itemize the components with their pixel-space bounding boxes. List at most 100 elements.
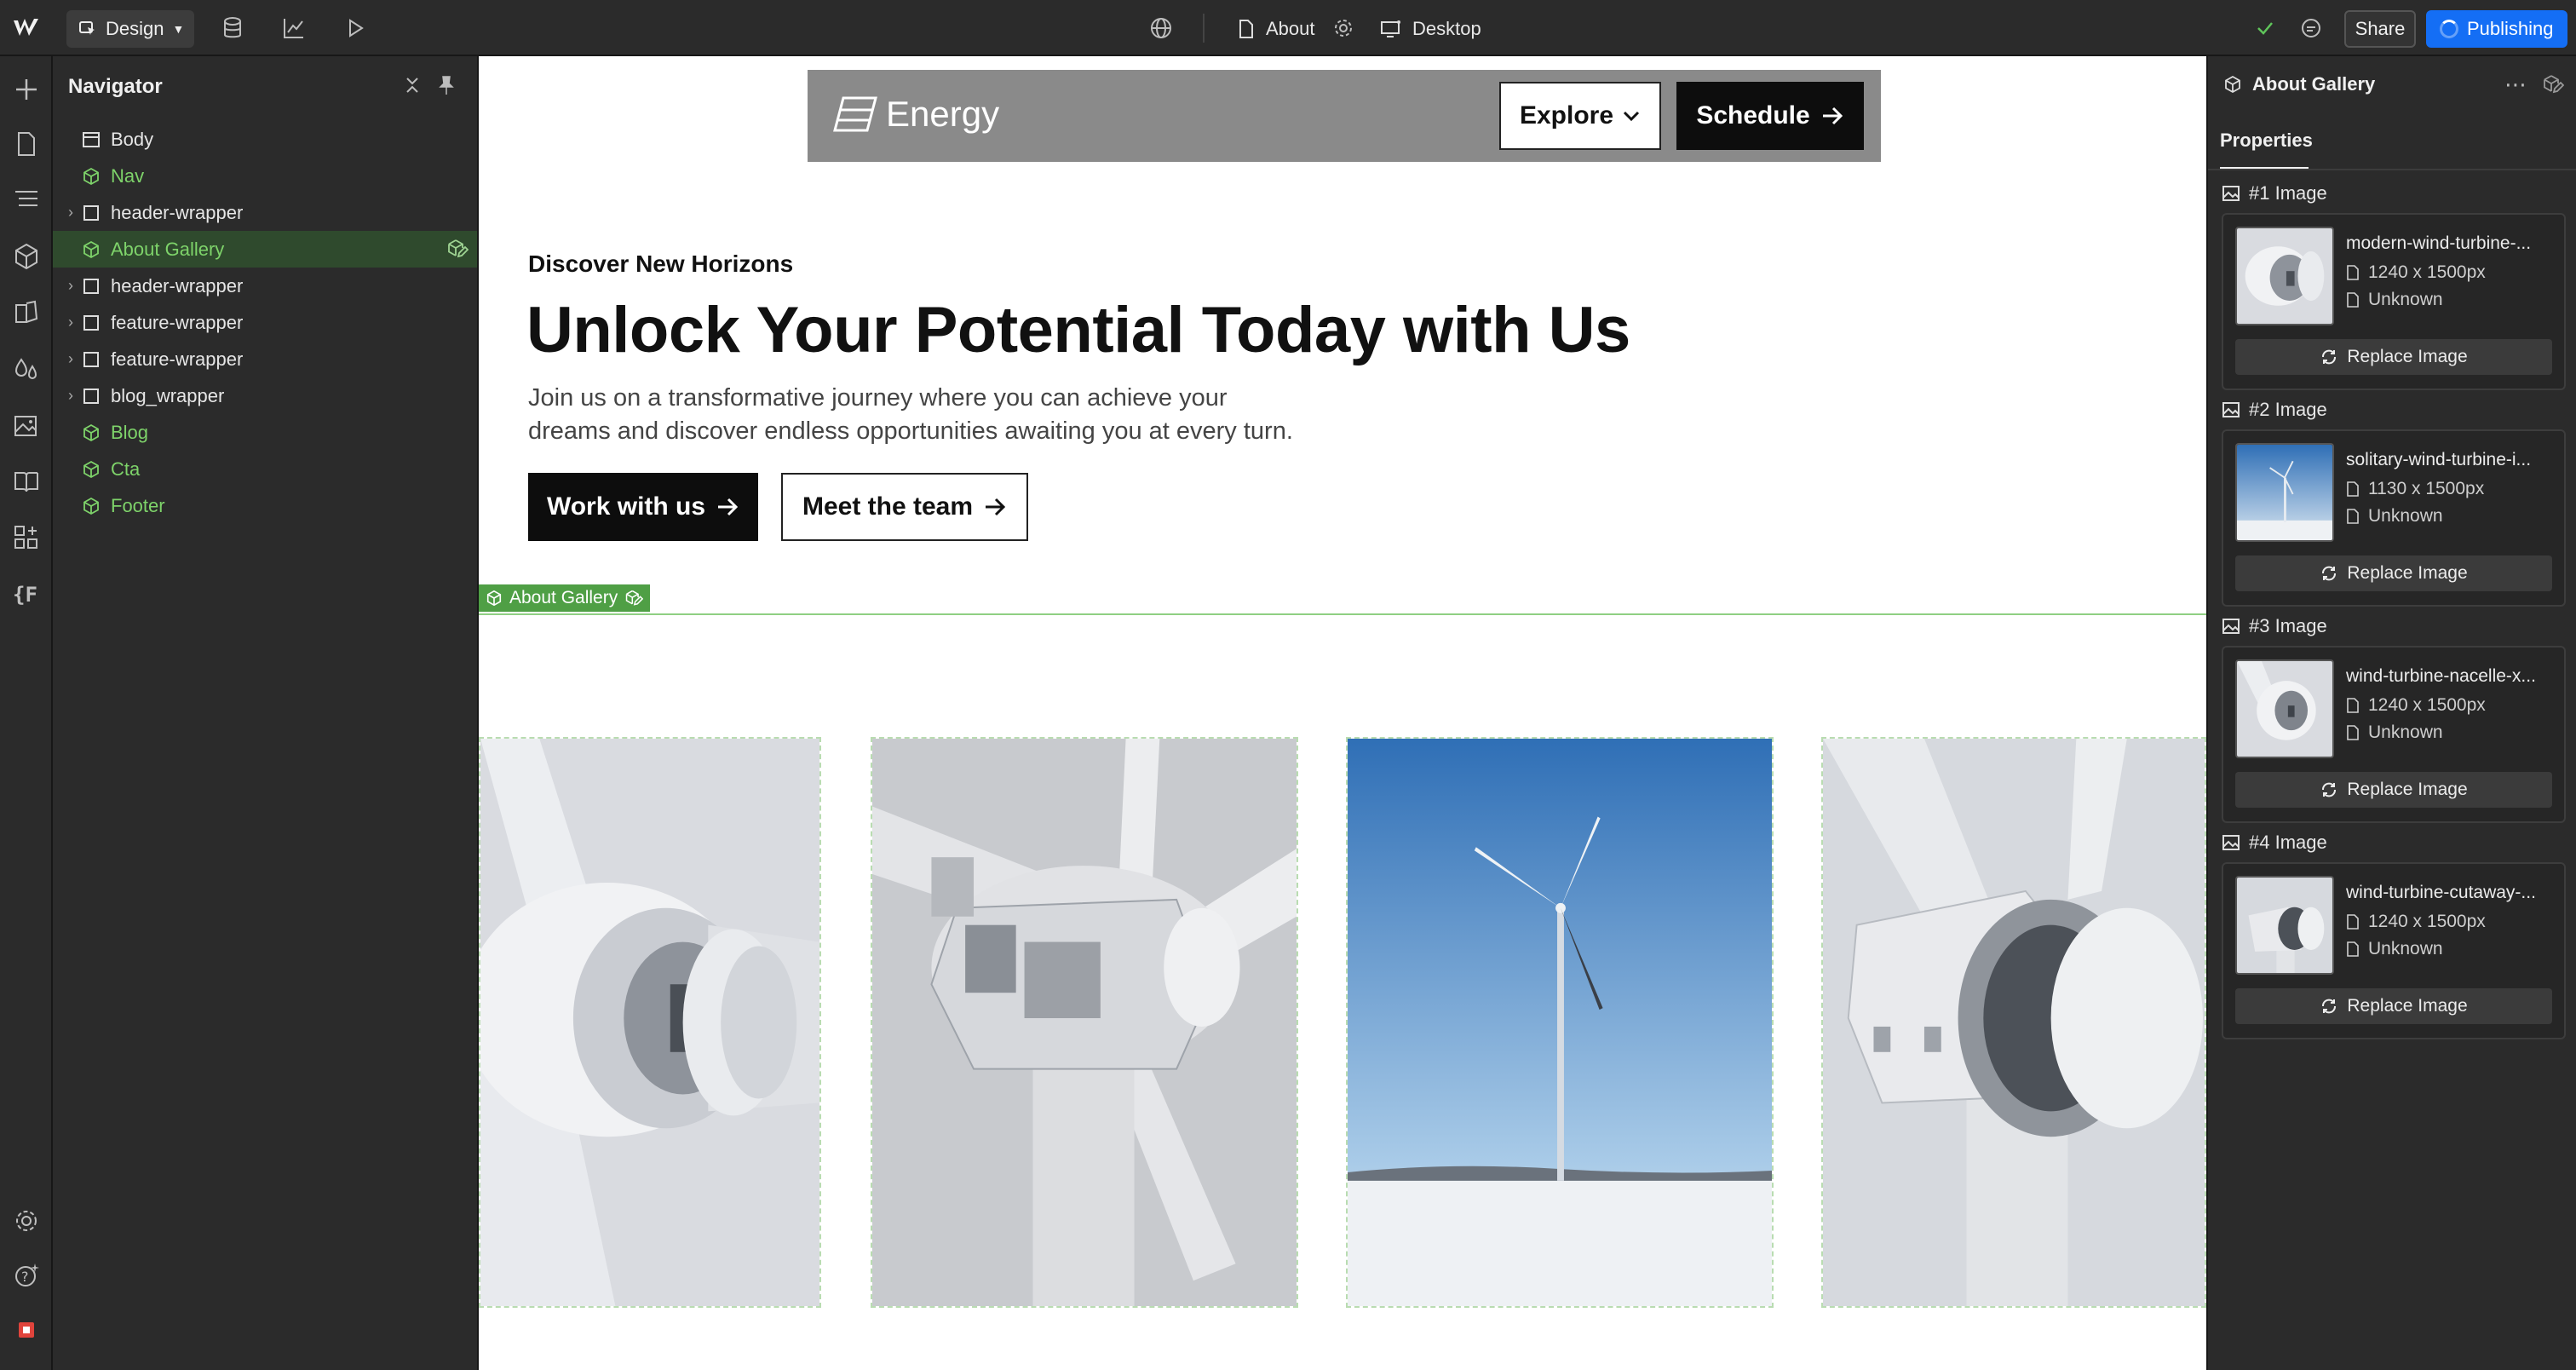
image-property-card: wind-turbine-cutaway-... 1240 x 1500px U…	[2222, 862, 2566, 1039]
selected-element-label: About Gallery	[509, 588, 618, 607]
edit-component-icon[interactable]	[2542, 73, 2565, 95]
help-question-icon[interactable]: ?	[12, 1261, 41, 1290]
add-elements-plus-icon[interactable]	[12, 75, 41, 104]
image-filename: solitary-wind-turbine-i...	[2346, 450, 2532, 469]
site-logo[interactable]: Energy	[831, 94, 999, 135]
gallery-image-4[interactable]	[1821, 737, 2206, 1308]
globe-icon[interactable]	[1148, 15, 1174, 41]
site-nav-bar[interactable]: Energy Explore Schedule	[808, 70, 1881, 162]
site-settings-gear-icon[interactable]	[12, 1206, 41, 1235]
tree-item-nav[interactable]: Nav	[53, 158, 477, 194]
tree-item-blog[interactable]: Blog	[53, 414, 477, 451]
tree-item-cta[interactable]: Cta	[53, 451, 477, 487]
replace-image-button[interactable]: Replace Image	[2235, 988, 2552, 1024]
expand-caret-icon[interactable]: ›	[68, 277, 80, 295]
assets-image-icon[interactable]	[12, 411, 41, 440]
explore-dropdown-button[interactable]: Explore	[1499, 82, 1661, 150]
pin-icon[interactable]	[434, 73, 458, 97]
design-mode-button[interactable]: Design ▼	[66, 10, 194, 48]
tree-item-feature-wrapper[interactable]: › feature-wrapper	[53, 304, 477, 341]
navigator-layers-icon[interactable]	[12, 184, 41, 213]
tree-item-about-gallery[interactable]: About Gallery	[53, 231, 477, 268]
work-with-us-button[interactable]: Work with us	[528, 473, 758, 541]
expand-caret-icon[interactable]: ›	[68, 314, 80, 331]
publish-button[interactable]: Publishing	[2426, 10, 2567, 48]
expand-caret-icon[interactable]: ›	[68, 204, 80, 222]
tree-item-footer[interactable]: Footer	[53, 487, 477, 524]
comments-icon[interactable]	[2298, 15, 2324, 41]
finsweet-extension-icon[interactable]: {F	[12, 579, 41, 608]
meet-the-team-button[interactable]: Meet the team	[781, 473, 1028, 541]
image-thumbnail[interactable]	[2235, 876, 2334, 975]
file-icon	[2347, 698, 2359, 713]
file-icon	[2347, 941, 2359, 957]
share-button[interactable]: Share	[2344, 10, 2416, 48]
panel-header: About Gallery	[2223, 73, 2375, 95]
replace-image-button[interactable]: Replace Image	[2235, 339, 2552, 375]
page-selector[interactable]: About	[1237, 12, 1315, 46]
tree-item-label: feature-wrapper	[111, 311, 244, 333]
tree-item-label: Blog	[111, 421, 149, 443]
tree-item-header-wrapper[interactable]: › header-wrapper	[53, 194, 477, 231]
components-cube-icon[interactable]	[12, 242, 41, 271]
cms-book-icon[interactable]	[12, 467, 41, 496]
arrow-right-icon	[1822, 106, 1843, 125]
apps-grid-icon[interactable]	[12, 523, 41, 552]
webflow-logo-icon[interactable]	[12, 15, 41, 41]
tree-item-blog-wrapper[interactable]: › blog_wrapper	[53, 377, 477, 414]
breakpoint-selector[interactable]: Desktop	[1380, 12, 1481, 46]
file-icon	[2347, 481, 2359, 497]
tree-item-label: blog_wrapper	[111, 384, 225, 406]
image-property-label: #1 Image	[2222, 182, 2327, 204]
page-icon	[1239, 20, 1253, 38]
gallery-image-2[interactable]	[871, 737, 1298, 1308]
expand-caret-icon[interactable]: ›	[68, 350, 80, 368]
component-cube-icon	[80, 422, 102, 444]
image-thumbnail[interactable]	[2235, 227, 2334, 325]
tree-item-label: Body	[111, 128, 154, 150]
left-tool-rail: {F ?	[0, 56, 53, 1370]
replace-image-button[interactable]: Replace Image	[2235, 555, 2552, 591]
style-selectors-icon[interactable]	[12, 298, 41, 327]
image-label-text: #1 Image	[2249, 182, 2327, 204]
div-box-icon	[80, 275, 102, 297]
edit-component-icon[interactable]	[446, 238, 469, 260]
record-stop-icon[interactable]	[12, 1315, 41, 1344]
div-box-icon	[80, 348, 102, 371]
tree-item-header-wrapper[interactable]: › header-wrapper	[53, 268, 477, 304]
gallery-image-1[interactable]	[479, 737, 821, 1308]
page-settings-gear-icon[interactable]	[1331, 15, 1356, 41]
analytics-chart-icon[interactable]	[281, 15, 307, 41]
refresh-icon	[2322, 999, 2337, 1014]
more-options-icon[interactable]: ⋯	[2504, 72, 2527, 98]
edit-component-icon[interactable]	[624, 589, 644, 607]
brand-name: Energy	[886, 94, 1000, 134]
collapse-icon[interactable]	[400, 73, 424, 97]
expand-caret-icon[interactable]: ›	[68, 387, 80, 405]
gallery-image-3[interactable]	[1346, 737, 1774, 1308]
design-canvas[interactable]: Energy Explore Schedule Discover New Hor…	[479, 56, 2206, 1370]
component-properties-panel: About Gallery ⋯ Properties #1 Image mode…	[2206, 56, 2576, 1370]
replace-image-button[interactable]: Replace Image	[2235, 772, 2552, 808]
publish-label: Publishing	[2467, 18, 2554, 39]
image-thumbnail[interactable]	[2235, 659, 2334, 758]
file-icon	[2347, 725, 2359, 740]
tree-item-feature-wrapper[interactable]: › feature-wrapper	[53, 341, 477, 377]
hero-title: Unlock Your Potential Today with Us	[526, 294, 1630, 366]
tree-item-body[interactable]: Body	[53, 121, 477, 158]
refresh-icon	[2322, 349, 2337, 365]
preview-play-icon[interactable]	[342, 15, 368, 41]
cursor-icon	[79, 21, 95, 35]
refresh-icon	[2322, 566, 2337, 581]
image-filename: modern-wind-turbine-...	[2346, 233, 2532, 253]
cms-database-icon[interactable]	[220, 15, 245, 41]
component-cube-icon	[80, 165, 102, 187]
schedule-button[interactable]: Schedule	[1676, 82, 1864, 150]
tab-properties[interactable]: Properties	[2220, 130, 2313, 152]
pages-icon[interactable]	[12, 130, 41, 158]
image-dimensions: 1240 x 1500px	[2346, 912, 2486, 932]
variables-drops-icon[interactable]	[12, 354, 41, 383]
image-thumbnail[interactable]	[2235, 443, 2334, 542]
selected-element-tag[interactable]: About Gallery	[479, 584, 651, 612]
body-frame-icon	[80, 129, 102, 151]
